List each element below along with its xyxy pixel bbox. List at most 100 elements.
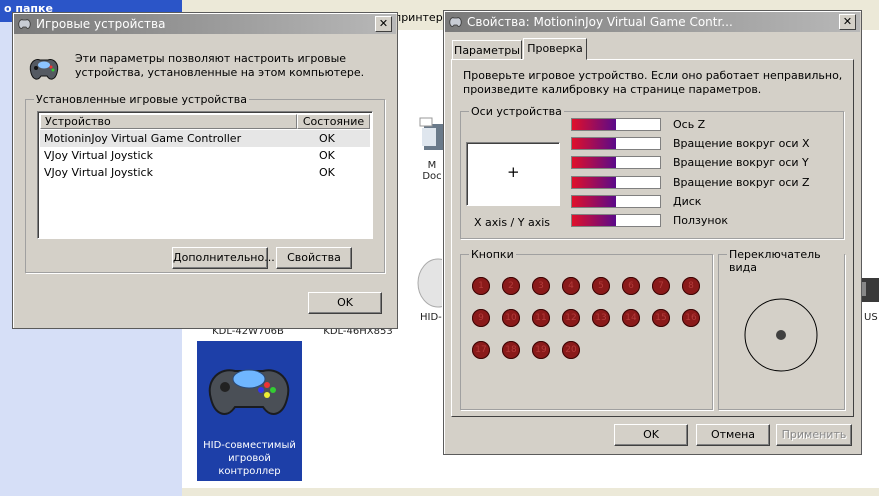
gamepad-icon bbox=[449, 17, 462, 27]
buttons-group: Кнопки 1 2 3 4 5 6 7 8 9 10 11 12 13 14 15 16 17 18 19 20 bbox=[460, 248, 713, 410]
advanced-button[interactable]: Дополнительно... bbox=[172, 247, 275, 269]
close-button[interactable]: ✕ bbox=[839, 14, 856, 30]
xy-axis-caption: X axis / Y axis bbox=[473, 216, 551, 229]
axis-label: Ось Z bbox=[673, 118, 706, 131]
description-text: Эти параметры позволяют настроить игровы… bbox=[75, 52, 365, 79]
axis-label: Вращение вокруг оси X bbox=[673, 137, 810, 150]
controller-button-indicator: 14 bbox=[622, 309, 640, 327]
ok-button[interactable]: OK bbox=[308, 292, 382, 314]
controller-button-indicator: 5 bbox=[592, 277, 610, 295]
column-header-status[interactable]: Состояние bbox=[297, 114, 370, 129]
axis-bar-fill bbox=[572, 196, 616, 207]
axis-row: Диск bbox=[571, 195, 841, 215]
controller-button-indicator: 11 bbox=[532, 309, 550, 327]
column-header-device[interactable]: Устройство bbox=[40, 114, 297, 129]
devices-list[interactable]: Устройство Состояние MotioninJoy Virtual… bbox=[37, 111, 373, 239]
axis-bar-fill bbox=[572, 157, 616, 168]
controller-button-indicator: 7 bbox=[652, 277, 670, 295]
controller-button-indicator: 13 bbox=[592, 309, 610, 327]
controller-button-indicator: 8 bbox=[682, 277, 700, 295]
axis-row: Вращение вокруг оси Y bbox=[571, 156, 841, 176]
device-axes-group: Оси устройства + X axis / Y axis Ось Z В… bbox=[460, 105, 844, 239]
device-name: VJoy Virtual Joystick bbox=[44, 166, 153, 179]
controller-button-indicator: 2 bbox=[502, 277, 520, 295]
tab-parameters[interactable]: Параметры bbox=[452, 40, 522, 60]
controller-button-indicator: 6 bbox=[622, 277, 640, 295]
device-label: US bbox=[864, 312, 878, 323]
toolbar-item-printer[interactable]: принтера bbox=[394, 11, 449, 24]
controller-button-indicator: 3 bbox=[532, 277, 550, 295]
group-label: Установленные игровые устройства bbox=[34, 93, 250, 106]
table-row[interactable]: MotioninJoy Virtual Game Controller OK bbox=[40, 130, 370, 147]
device-label: M Doc bbox=[422, 160, 442, 182]
controller-button-indicator: 9 bbox=[472, 309, 490, 327]
controller-button-indicator: 1 bbox=[472, 277, 490, 295]
group-label: Кнопки bbox=[469, 248, 516, 261]
device-name: VJoy Virtual Joystick bbox=[44, 149, 153, 162]
axis-label: Вращение вокруг оси Z bbox=[673, 176, 810, 189]
axis-row: Ось Z bbox=[571, 118, 841, 138]
axis-label: Вращение вокруг оси Y bbox=[673, 156, 809, 169]
xy-axis-display: + bbox=[466, 142, 560, 206]
group-label: Переключатель вида bbox=[727, 248, 844, 274]
pov-hat-indicator bbox=[744, 298, 818, 372]
controller-button-indicator: 10 bbox=[502, 309, 520, 327]
close-button[interactable]: ✕ bbox=[375, 16, 392, 32]
axis-bar-fill bbox=[572, 177, 616, 188]
game-controllers-window: Игровые устройства ✕ Эти параметры позво… bbox=[12, 12, 398, 329]
axis-bar bbox=[571, 195, 661, 208]
device-properties-window: Свойства: MotioninJoy Virtual Game Contr… bbox=[443, 10, 862, 455]
axis-row: Вращение вокруг оси Z bbox=[571, 176, 841, 196]
controller-button-indicator: 16 bbox=[682, 309, 700, 327]
window-title: Игровые устройства bbox=[36, 17, 166, 31]
device-name: MotioninJoy Virtual Game Controller bbox=[44, 132, 242, 145]
axis-bar-fill bbox=[572, 215, 616, 226]
cancel-button[interactable]: Отмена bbox=[696, 424, 770, 446]
axis-bar bbox=[571, 118, 661, 131]
explorer-status-bar bbox=[182, 488, 879, 496]
table-row[interactable]: VJoy Virtual Joystick OK bbox=[40, 147, 370, 164]
axis-bar-fill bbox=[572, 119, 616, 130]
test-description: Проверьте игровое устройство. Если оно р… bbox=[463, 69, 843, 96]
buttons-grid: 1 2 3 4 5 6 7 8 9 10 11 12 13 14 15 16 17 18 19 20 bbox=[472, 277, 708, 367]
device-item-hid-game-controller[interactable]: HID-совместимый игровой контроллер bbox=[197, 341, 302, 481]
pov-hat-group: Переключатель вида bbox=[718, 248, 845, 410]
axes-bars: Ось Z Вращение вокруг оси X Вращение вок… bbox=[571, 118, 841, 234]
game-controllers-titlebar[interactable]: Игровые устройства ✕ bbox=[14, 14, 396, 34]
controller-button-indicator: 4 bbox=[562, 277, 580, 295]
apply-button: Применить bbox=[776, 424, 852, 446]
gamepad-icon bbox=[18, 19, 31, 29]
device-status: OK bbox=[319, 166, 335, 179]
controller-button-indicator: 18 bbox=[502, 341, 520, 359]
installed-devices-group: Установленные игровые устройства Устройс… bbox=[25, 93, 385, 273]
properties-titlebar[interactable]: Свойства: MotioninJoy Virtual Game Contr… bbox=[445, 12, 860, 32]
axis-bar bbox=[571, 214, 661, 227]
gamepad-icon bbox=[208, 369, 290, 415]
axis-label: Ползунок bbox=[673, 214, 728, 227]
window-title: Свойства: MotioninJoy Virtual Game Contr… bbox=[467, 15, 733, 29]
controller-button-indicator: 19 bbox=[532, 341, 550, 359]
controller-button-indicator: 15 bbox=[652, 309, 670, 327]
table-row[interactable]: VJoy Virtual Joystick OK bbox=[40, 164, 370, 181]
mouse-device-icon[interactable] bbox=[416, 258, 459, 308]
axis-bar-fill bbox=[572, 138, 616, 149]
axis-bar bbox=[571, 156, 661, 169]
tab-test[interactable]: Проверка bbox=[523, 38, 587, 60]
device-label: HID- bbox=[420, 312, 442, 323]
controller-button-indicator: 20 bbox=[562, 341, 580, 359]
controller-button-indicator: 12 bbox=[562, 309, 580, 327]
controller-button-indicator: 17 bbox=[472, 341, 490, 359]
group-label: Оси устройства bbox=[469, 105, 564, 118]
ok-button[interactable]: OK bbox=[614, 424, 688, 446]
axis-label: Диск bbox=[673, 195, 702, 208]
device-status: OK bbox=[319, 132, 335, 145]
tab-panel-test: Проверьте игровое устройство. Если оно р… bbox=[451, 59, 854, 417]
axis-bar bbox=[571, 137, 661, 150]
gamepad-icon bbox=[29, 59, 59, 80]
device-status: OK bbox=[319, 149, 335, 162]
properties-button[interactable]: Свойства bbox=[276, 247, 352, 269]
device-item-label: HID-совместимый игровой контроллер bbox=[203, 440, 296, 477]
axis-bar bbox=[571, 176, 661, 189]
axis-row: Вращение вокруг оси X bbox=[571, 137, 841, 157]
xy-crosshair: + bbox=[507, 163, 520, 181]
